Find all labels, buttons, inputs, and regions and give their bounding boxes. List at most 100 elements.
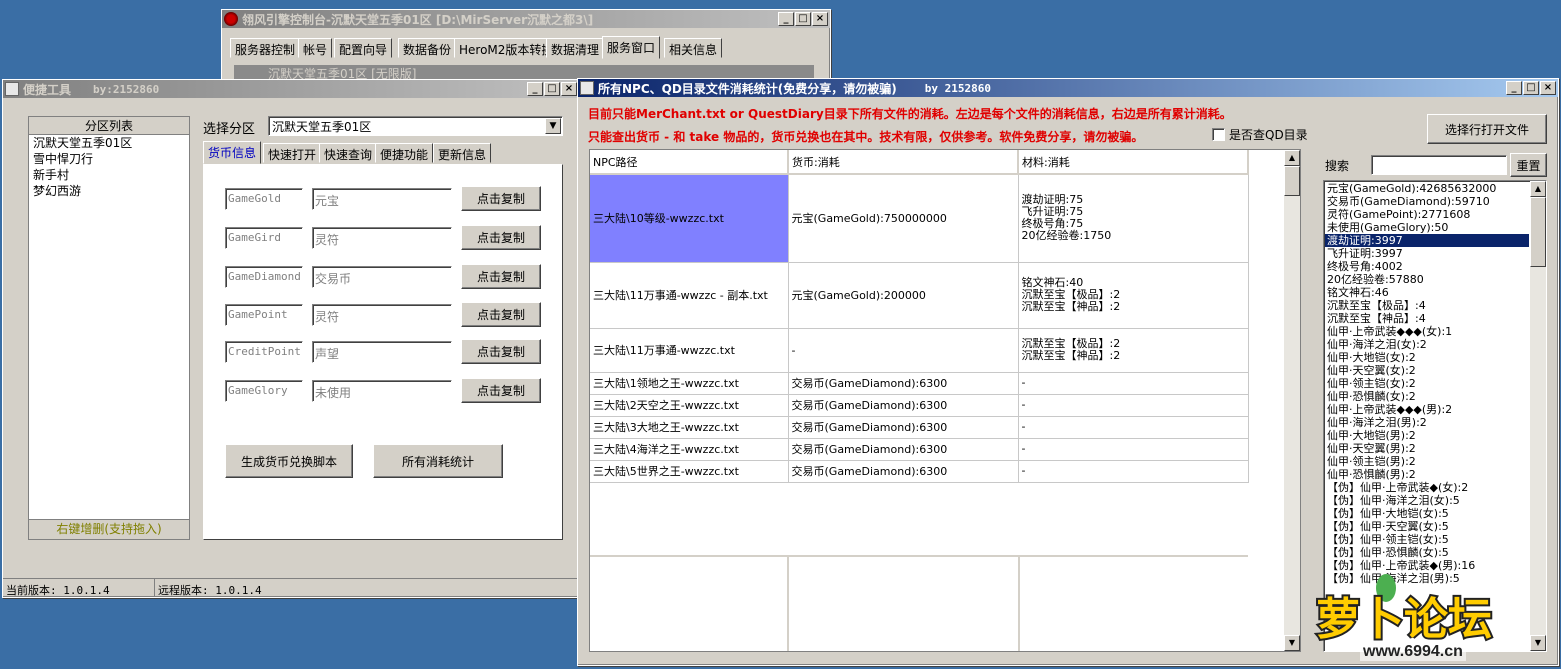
tab-0[interactable]: 货币信息 <box>203 141 262 164</box>
dropdown-arrow-icon[interactable]: ▼ <box>545 118 561 134</box>
total-item[interactable]: 终极号角:4002 <box>1325 260 1529 273</box>
maximize-icon[interactable]: □ <box>795 12 811 26</box>
currency-code-field[interactable]: GameGlory <box>225 380 303 402</box>
copy-button[interactable]: 点击复制 <box>461 302 541 327</box>
console-menu-0[interactable]: 服务器控制 <box>230 38 301 58</box>
partition-select[interactable]: 沉默天堂五季01区 ▼ <box>268 116 563 136</box>
currency-name-field[interactable]: 声望 <box>312 341 452 363</box>
console-menu-3[interactable]: 数据备份 <box>398 38 457 58</box>
cell-path[interactable]: 三大陆\2天空之王-wwzzc.txt <box>590 394 789 417</box>
total-item[interactable]: 【伪】仙甲·天空翼(女):5 <box>1325 520 1529 533</box>
console-menu-1[interactable]: 帐号 <box>298 38 333 58</box>
tab-2[interactable]: 快速查询 <box>319 143 378 163</box>
total-item[interactable]: 交易币(GameDiamond):59710 <box>1325 195 1529 208</box>
partition-item[interactable]: 雪中悍刀行 <box>29 151 189 167</box>
total-item[interactable]: 仙甲·领主铠(男):2 <box>1325 455 1529 468</box>
currency-code-field[interactable]: GameDiamond <box>225 266 303 288</box>
console-menu-4[interactable]: HeroM2版本转换 <box>454 38 559 58</box>
cell-materials[interactable]: - <box>1018 372 1249 395</box>
copy-button[interactable]: 点击复制 <box>461 339 541 364</box>
scroll-down-icon[interactable]: ▼ <box>1284 635 1300 651</box>
cell-currency[interactable]: - <box>788 328 1019 373</box>
cell-currency[interactable]: 元宝(GameGold):750000000 <box>788 174 1019 263</box>
close-icon[interactable]: × <box>1540 81 1556 95</box>
total-item[interactable]: 铭文神石:46 <box>1325 286 1529 299</box>
copy-button[interactable]: 点击复制 <box>461 378 541 403</box>
console-menu-5[interactable]: 数据清理 <box>546 38 605 58</box>
total-item[interactable]: 仙甲·天空翼(女):2 <box>1325 364 1529 377</box>
total-item[interactable]: 沉默至宝【极品】:4 <box>1325 299 1529 312</box>
total-item[interactable]: 仙甲·大地铠(男):2 <box>1325 429 1529 442</box>
cell-materials[interactable]: - <box>1018 460 1249 483</box>
all-stats-button[interactable]: 所有消耗统计 <box>373 444 503 478</box>
table-row[interactable]: 三大陆\4海洋之王-wwzzc.txt 交易币(GameDiamond):6300… <box>590 438 1249 461</box>
total-item[interactable]: 20亿经验卷:57880 <box>1325 273 1529 286</box>
total-item[interactable]: 灵符(GamePoint):2771608 <box>1325 208 1529 221</box>
search-input[interactable] <box>1371 155 1507 175</box>
cell-path[interactable]: 三大陆\1领地之王-wwzzc.txt <box>590 372 789 395</box>
table-row[interactable]: 三大陆\1领地之王-wwzzc.txt 交易币(GameDiamond):6300… <box>590 372 1249 395</box>
currency-code-field[interactable]: CreditPoint <box>225 341 303 363</box>
cell-currency[interactable]: 交易币(GameDiamond):6300 <box>788 372 1019 395</box>
reset-button[interactable]: 重置 <box>1510 153 1547 177</box>
totals-list[interactable]: 元宝(GameGold):42685632000 交易币(GameDiamond)… <box>1325 182 1529 585</box>
cell-currency[interactable]: 交易币(GameDiamond):6300 <box>788 460 1019 483</box>
partition-item[interactable]: 梦幻西游 <box>29 183 189 199</box>
total-item[interactable]: 【伪】仙甲·海洋之泪(女):5 <box>1325 494 1529 507</box>
copy-button[interactable]: 点击复制 <box>461 186 541 211</box>
cell-path[interactable]: 三大陆\10等级-wwzzc.txt <box>590 174 789 263</box>
partition-item[interactable]: 新手村 <box>29 167 189 183</box>
tab-4[interactable]: 更新信息 <box>433 143 492 163</box>
total-item[interactable]: 【伪】仙甲·大地铠(女):5 <box>1325 507 1529 520</box>
close-icon[interactable]: × <box>812 12 828 26</box>
cell-path[interactable]: 三大陆\5世界之王-wwzzc.txt <box>590 460 789 483</box>
total-item[interactable]: 仙甲·恐惧麟(女):2 <box>1325 390 1529 403</box>
currency-name-field[interactable]: 灵符 <box>312 227 452 249</box>
cell-materials[interactable]: 铭文神石:40 沉默至宝【极品】:2 沉默至宝【神品】:2 <box>1018 262 1249 329</box>
total-item[interactable]: 仙甲·上帝武装◆◆◆(男):2 <box>1325 403 1529 416</box>
total-item[interactable]: 元宝(GameGold):42685632000 <box>1325 182 1529 195</box>
cell-path[interactable]: 三大陆\4海洋之王-wwzzc.txt <box>590 438 789 461</box>
cell-materials[interactable]: 渡劫证明:75 飞升证明:75 终极号角:75 20亿经验卷:1750 <box>1018 174 1249 263</box>
cell-path[interactable]: 三大陆\11万事通-wwzzc.txt <box>590 328 789 373</box>
scroll-thumb[interactable] <box>1284 166 1300 196</box>
open-file-button[interactable]: 选择行打开文件 <box>1427 114 1547 144</box>
copy-button[interactable]: 点击复制 <box>461 264 541 289</box>
cell-currency[interactable]: 交易币(GameDiamond):6300 <box>788 394 1019 417</box>
maximize-icon[interactable]: □ <box>1523 81 1539 95</box>
cell-currency[interactable]: 交易币(GameDiamond):6300 <box>788 416 1019 439</box>
currency-name-field[interactable]: 灵符 <box>312 304 452 326</box>
table-row[interactable]: 三大陆\5世界之王-wwzzc.txt 交易币(GameDiamond):6300… <box>590 460 1249 483</box>
stats-titlebar[interactable]: 所有NPC、QD目录文件消耗统计(免费分享，请勿被骗) by 2152860 _… <box>578 79 1558 97</box>
table-row[interactable]: 三大陆\10等级-wwzzc.txt 元宝(GameGold):750000000… <box>590 174 1249 263</box>
cell-materials[interactable]: - <box>1018 416 1249 439</box>
scroll-up-icon[interactable]: ▲ <box>1284 150 1300 166</box>
cell-path[interactable]: 三大陆\11万事通-wwzzc - 副本.txt <box>590 262 789 329</box>
col-materials[interactable]: 材料:消耗 <box>1018 150 1249 175</box>
cell-currency[interactable]: 交易币(GameDiamond):6300 <box>788 438 1019 461</box>
tool-titlebar[interactable]: 便捷工具 by:2152860 _ □ × <box>3 80 579 98</box>
col-npc-path[interactable]: NPC路径 <box>590 150 789 175</box>
total-item[interactable]: 【伪】仙甲·恐惧麟(女):5 <box>1325 546 1529 559</box>
cell-currency[interactable]: 元宝(GameGold):200000 <box>788 262 1019 329</box>
table-row[interactable]: 三大陆\11万事通-wwzzc - 副本.txt 元宝(GameGold):200… <box>590 262 1249 329</box>
total-item[interactable]: 未使用(GameGlory):50 <box>1325 221 1529 234</box>
table-row[interactable]: 三大陆\11万事通-wwzzc.txt - 沉默至宝【极品】:2 沉默至宝【神品】:2 <box>590 328 1249 373</box>
total-item[interactable]: 【伪】仙甲·领主铠(女):5 <box>1325 533 1529 546</box>
copy-button[interactable]: 点击复制 <box>461 225 541 250</box>
generate-script-button[interactable]: 生成货币兑换脚本 <box>225 444 353 478</box>
partition-list[interactable]: 沉默天堂五季01区 雪中悍刀行 新手村 梦幻西游 <box>29 135 189 520</box>
table-row[interactable]: 三大陆\2天空之王-wwzzc.txt 交易币(GameDiamond):6300… <box>590 394 1249 417</box>
scroll-thumb[interactable] <box>1530 197 1546 267</box>
console-menu-6[interactable]: 服务窗口 <box>602 36 661 59</box>
minimize-icon[interactable]: _ <box>778 12 794 26</box>
total-item[interactable]: 仙甲·海洋之泪(女):2 <box>1325 338 1529 351</box>
total-item[interactable]: 仙甲·大地铠(女):2 <box>1325 351 1529 364</box>
currency-code-field[interactable]: GameGold <box>225 188 303 210</box>
total-item[interactable]: 沉默至宝【神品】:4 <box>1325 312 1529 325</box>
total-item[interactable]: 仙甲·海洋之泪(男):2 <box>1325 416 1529 429</box>
table-scrollbar[interactable]: ▲ ▼ <box>1284 150 1300 651</box>
minimize-icon[interactable]: _ <box>1506 81 1522 95</box>
currency-code-field[interactable]: GameGird <box>225 227 303 249</box>
cell-path[interactable]: 三大陆\3大地之王-wwzzc.txt <box>590 416 789 439</box>
